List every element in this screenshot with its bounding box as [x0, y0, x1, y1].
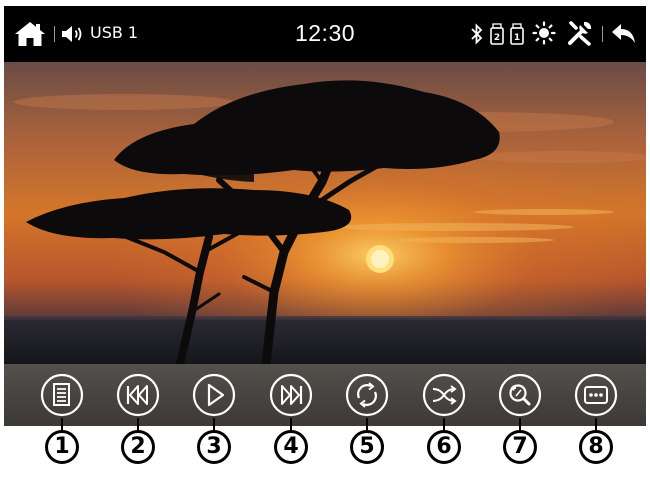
callout-number: 4	[274, 430, 308, 464]
callout-number: 5	[350, 430, 384, 464]
shuffle-icon	[422, 373, 466, 417]
play-icon	[192, 373, 236, 417]
callout-number: 7	[503, 430, 537, 464]
usb-1-icon: 1	[510, 23, 524, 45]
svg-text:1: 1	[514, 33, 520, 43]
list-icon	[40, 373, 84, 417]
repeat-icon	[345, 373, 389, 417]
video-image	[4, 62, 646, 364]
callout-number: 1	[45, 430, 79, 464]
zoom-icon	[498, 373, 542, 417]
more-icon	[574, 373, 618, 417]
settings-icon[interactable]	[567, 20, 593, 46]
brightness-icon[interactable]	[532, 21, 556, 45]
divider	[602, 26, 603, 42]
play-button[interactable]	[192, 373, 236, 417]
callout-number: 3	[197, 430, 231, 464]
next-button[interactable]	[269, 373, 313, 417]
playlist-button[interactable]	[40, 373, 84, 417]
shuffle-button[interactable]	[422, 373, 466, 417]
callout-number: 2	[121, 430, 155, 464]
more-button[interactable]	[574, 373, 618, 417]
repeat-button[interactable]	[345, 373, 389, 417]
svg-text:2: 2	[494, 33, 500, 43]
callout-number: 8	[579, 430, 613, 464]
bluetooth-icon	[471, 23, 483, 45]
previous-button[interactable]	[116, 373, 160, 417]
zoom-button[interactable]	[498, 373, 542, 417]
skip-previous-icon	[116, 373, 160, 417]
skip-next-icon	[269, 373, 313, 417]
usb-2-icon: 2	[490, 23, 504, 45]
head-unit-screen: USB 1 12:30 2 1	[4, 6, 646, 426]
playback-control-bar	[4, 364, 646, 426]
back-icon[interactable]	[611, 23, 637, 45]
video-frame[interactable]	[4, 62, 646, 364]
status-bar: USB 1 12:30 2 1	[4, 6, 646, 62]
callout-number: 6	[427, 430, 461, 464]
